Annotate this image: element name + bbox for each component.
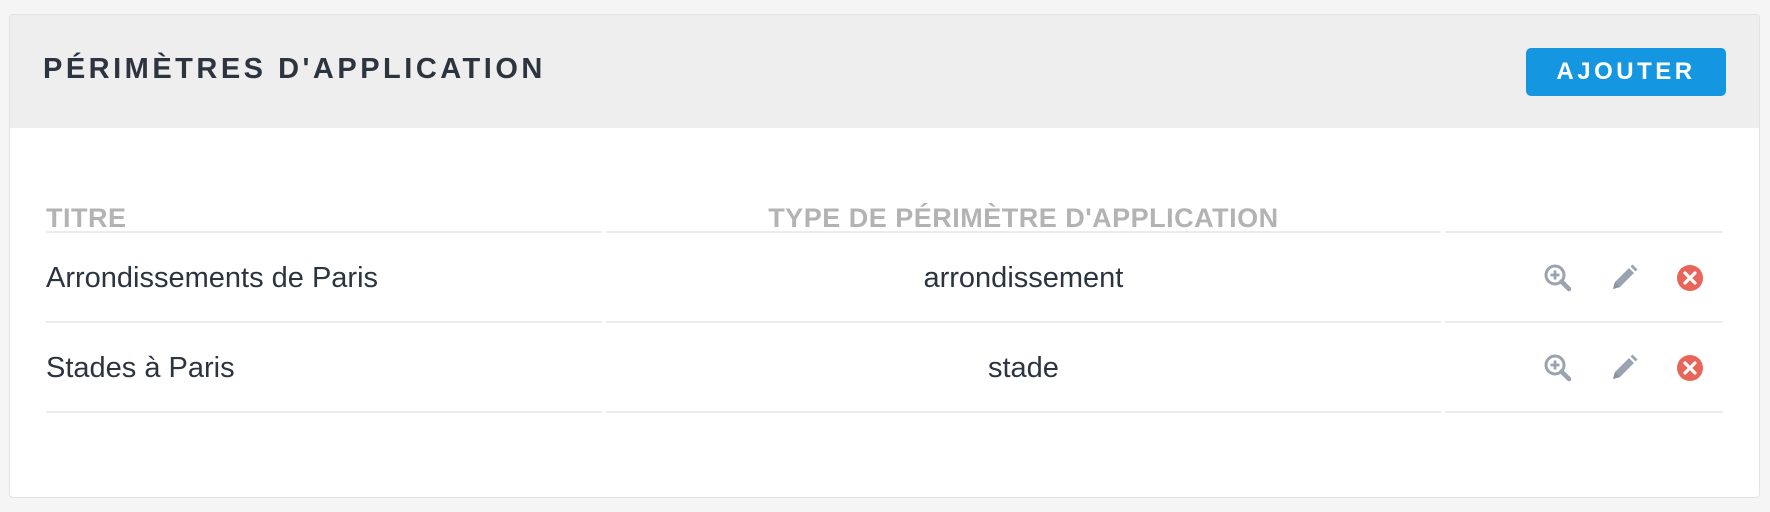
row-actions — [1525, 323, 1723, 413]
panel-title: PÉRIMÈTRES D'APPLICATION — [43, 53, 546, 85]
pencil-icon — [1613, 354, 1638, 379]
column-header-type-label: TYPE DE PÉRIMÈTRE D'APPLICATION — [768, 203, 1279, 233]
delete-button[interactable] — [1657, 344, 1723, 392]
row-type: stade — [987, 351, 1059, 384]
divider — [46, 411, 602, 413]
zoom-in-icon — [1544, 264, 1572, 292]
edit-button[interactable] — [1591, 344, 1657, 392]
perimeters-panel: PÉRIMÈTRES D'APPLICATION AJOUTER TITRE T… — [9, 14, 1760, 498]
zoom-in-icon — [1544, 354, 1572, 382]
view-button[interactable] — [1525, 344, 1591, 392]
column-header-actions — [1445, 167, 1723, 233]
add-button[interactable]: AJOUTER — [1526, 48, 1726, 96]
close-circle-icon — [1677, 355, 1703, 381]
cell-actions — [1445, 233, 1723, 323]
pencil-icon — [1613, 264, 1638, 289]
perimeters-table: TITRE TYPE DE PÉRIMÈTRE D'APPLICATION Ar… — [46, 167, 1723, 413]
cell-title: Stades à Paris — [46, 323, 602, 413]
edit-button[interactable] — [1591, 254, 1657, 302]
column-header-type: TYPE DE PÉRIMÈTRE D'APPLICATION — [605, 167, 1442, 233]
row-title: Arrondissements de Paris — [46, 261, 379, 294]
cell-type: arrondissement — [605, 233, 1442, 323]
row-actions — [1525, 233, 1723, 323]
table-header-row: TITRE TYPE DE PÉRIMÈTRE D'APPLICATION — [46, 167, 1723, 233]
cell-type: stade — [605, 323, 1442, 413]
column-header-title: TITRE — [46, 167, 602, 233]
column-header-title-label: TITRE — [46, 203, 127, 233]
cell-actions — [1445, 323, 1723, 413]
table-row: Arrondissements de Paris arrondissement — [46, 233, 1723, 323]
view-button[interactable] — [1525, 254, 1591, 302]
cell-title: Arrondissements de Paris — [46, 233, 602, 323]
row-title: Stades à Paris — [46, 351, 235, 384]
divider — [1445, 411, 1723, 413]
delete-button[interactable] — [1657, 254, 1723, 302]
table-row: Stades à Paris stade — [46, 323, 1723, 413]
divider — [605, 411, 1442, 413]
panel-header: PÉRIMÈTRES D'APPLICATION AJOUTER — [10, 15, 1759, 128]
row-type: arrondissement — [923, 261, 1124, 294]
close-circle-icon — [1677, 265, 1703, 291]
